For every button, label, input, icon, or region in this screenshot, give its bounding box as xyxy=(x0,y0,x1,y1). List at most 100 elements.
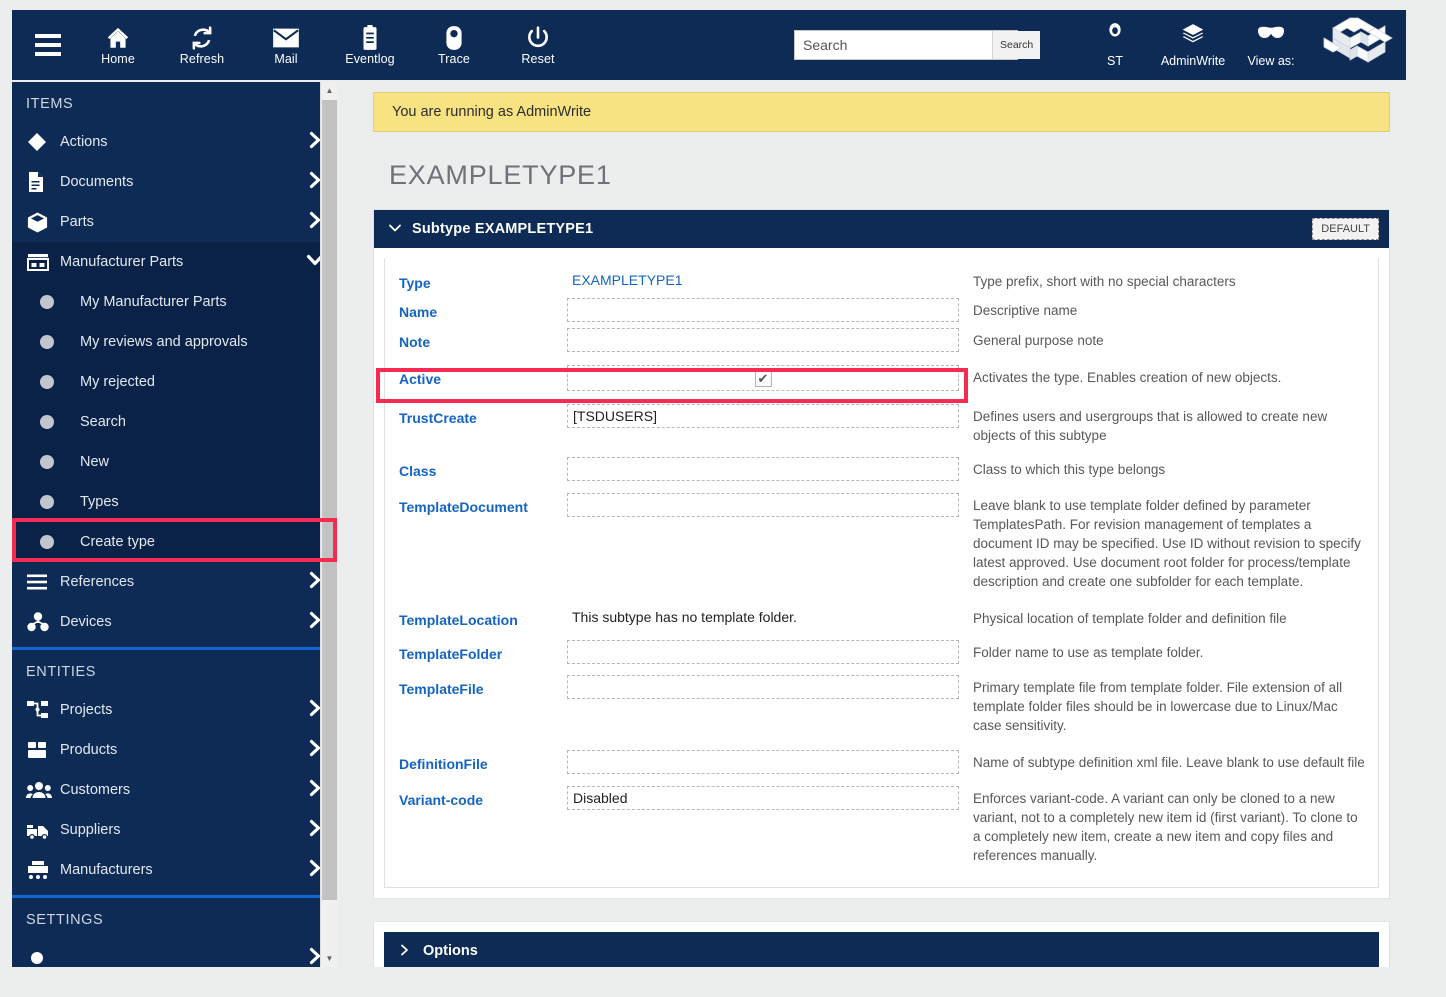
scrollbar-up-arrow-icon[interactable]: ▲ xyxy=(321,82,337,99)
subtype-card-header[interactable]: Subtype EXAMPLETYPE1 DEFAULT xyxy=(374,210,1389,248)
sidebar-item-manufacturers[interactable]: Manufacturers xyxy=(12,850,337,890)
field-description: Class to which this type belongs xyxy=(973,462,1166,477)
templatedocument-input[interactable] xyxy=(567,493,959,517)
search-submit-button[interactable]: Search xyxy=(992,31,1041,59)
chevron-down-icon[interactable] xyxy=(388,221,402,238)
home-icon xyxy=(104,25,132,51)
sidebar-subitem-search[interactable]: Search xyxy=(12,402,337,442)
nav-trace-button[interactable]: Trace xyxy=(412,10,496,80)
active-checkbox[interactable]: ✔ xyxy=(754,369,772,387)
search-input[interactable] xyxy=(795,31,992,59)
sidebar-subitem-my-rejected[interactable]: My rejected xyxy=(12,362,337,402)
field-description: Folder name to use as template folder. xyxy=(973,645,1204,660)
view-as-button[interactable]: View as: xyxy=(1232,10,1310,80)
default-button[interactable]: DEFAULT xyxy=(1312,218,1379,240)
field-value[interactable] xyxy=(567,298,967,322)
devices-icon xyxy=(26,611,60,633)
eventlog-icon xyxy=(358,24,382,51)
role-adminwrite-button[interactable]: AdminWrite xyxy=(1154,10,1232,80)
sidebar-subitem-create-type[interactable]: Create type xyxy=(12,522,337,562)
diamond-icon xyxy=(26,131,60,153)
sidebar-item-devices-label: Devices xyxy=(60,614,112,630)
field-label: Name xyxy=(399,304,438,320)
factory-icon xyxy=(26,252,60,272)
subtype-card: Subtype EXAMPLETYPE1 DEFAULT Type EXAMPL… xyxy=(373,209,1390,899)
definitionfile-input[interactable] xyxy=(567,750,959,774)
field-row-templatedocument: TemplateDocument Leave blank to use temp… xyxy=(385,484,1378,594)
sidebar-item-actions[interactable]: Actions xyxy=(12,122,337,162)
field-value[interactable]: [TSDUSERS] xyxy=(567,404,967,428)
sidebar-item-manufacturer-parts[interactable]: Manufacturer Parts xyxy=(12,242,337,282)
field-row-class: Class Class to which this type belongs xyxy=(385,448,1378,484)
nav-eventlog-button[interactable]: Eventlog xyxy=(328,10,412,80)
options-card-header[interactable]: Options xyxy=(384,932,1379,967)
sidebar-subitem-label: Search xyxy=(80,414,126,430)
global-search[interactable]: Search xyxy=(794,30,1041,60)
sidebar-item-projects-label: Projects xyxy=(60,702,113,718)
nav-mail-button[interactable]: Mail xyxy=(244,10,328,80)
note-input[interactable] xyxy=(567,328,959,352)
field-description: Defines users and usergroups that is all… xyxy=(973,409,1328,443)
user-icon xyxy=(1102,22,1128,53)
chevron-right-icon[interactable] xyxy=(398,943,411,960)
sidebar-item-settings-partial[interactable] xyxy=(12,938,337,967)
sidebar-item-customers[interactable]: Customers xyxy=(12,770,337,810)
page-title: EXAMPLETYPE1 xyxy=(389,160,612,190)
layers-icon xyxy=(1179,22,1207,53)
sidebar-item-suppliers[interactable]: Suppliers xyxy=(12,810,337,850)
class-input[interactable] xyxy=(567,457,959,481)
sidebar-item-devices[interactable]: Devices xyxy=(12,602,337,642)
sidebar-item-projects[interactable]: Projects xyxy=(12,690,337,730)
name-input[interactable] xyxy=(567,298,959,322)
nav-refresh-button[interactable]: Refresh xyxy=(160,10,244,80)
nav-reset-label: Reset xyxy=(521,51,555,66)
sidebar-scrollbar[interactable]: ▲ ▼ xyxy=(320,82,337,967)
field-value[interactable]: Disabled xyxy=(567,786,967,810)
field-label: Variant-code xyxy=(399,792,484,808)
subtype-field-list: Type EXAMPLETYPE1 Type prefix, short wit… xyxy=(384,258,1379,888)
sidebar-item-suppliers-label: Suppliers xyxy=(60,822,121,838)
active-checkbox-wrap[interactable]: ✔ xyxy=(573,369,953,387)
field-value[interactable] xyxy=(567,675,967,699)
sidebar-subitem-my-reviews-and-approvals[interactable]: My reviews and approvals xyxy=(12,322,337,362)
scrollbar-down-arrow-icon[interactable]: ▼ xyxy=(321,950,337,967)
field-description: Descriptive name xyxy=(973,303,1078,318)
user-profile-button[interactable]: ST xyxy=(1076,10,1154,80)
templatefile-input[interactable] xyxy=(567,675,959,699)
sidebar-item-documents[interactable]: Documents xyxy=(12,162,337,202)
scrollbar-thumb[interactable] xyxy=(322,100,337,900)
app-logo[interactable] xyxy=(1310,10,1406,80)
view-as-label: View as: xyxy=(1247,54,1295,68)
sidebar-item-manufacturer-parts-label: Manufacturer Parts xyxy=(60,254,184,270)
field-row-type: Type EXAMPLETYPE1 Type prefix, short wit… xyxy=(385,266,1378,295)
field-value[interactable] xyxy=(567,328,967,352)
field-row-note: Note General purpose note xyxy=(385,325,1378,355)
nav-home-button[interactable]: Home xyxy=(76,10,160,80)
templatefolder-input[interactable] xyxy=(567,640,959,664)
field-value[interactable]: ✔ xyxy=(567,365,967,391)
sidebar-subitem-new[interactable]: New xyxy=(12,442,337,482)
hamburger-menu-icon[interactable] xyxy=(20,10,76,80)
field-row-trustcreate: TrustCreate [TSDUSERS] Defines users and… xyxy=(385,401,1378,448)
sidebar-item-references[interactable]: References xyxy=(12,562,337,602)
field-value[interactable] xyxy=(567,457,967,481)
field-value[interactable] xyxy=(567,493,967,517)
products-icon xyxy=(26,740,60,760)
sidebar-item-parts[interactable]: Parts xyxy=(12,202,337,242)
sidebar-item-products[interactable]: Products xyxy=(12,730,337,770)
sidebar-subitem-my-manufacturer-parts[interactable]: My Manufacturer Parts xyxy=(12,282,337,322)
sidebar-section-entities-title: ENTITIES xyxy=(26,664,97,680)
trustcreate-input[interactable]: [TSDUSERS] xyxy=(567,404,959,428)
field-value[interactable] xyxy=(567,750,967,774)
type-link[interactable]: EXAMPLETYPE1 xyxy=(567,269,959,291)
variant-code-input[interactable]: Disabled xyxy=(567,786,959,810)
field-value[interactable]: EXAMPLETYPE1 xyxy=(567,269,967,291)
templatelocation-text: This subtype has no template folder. xyxy=(572,609,797,625)
nav-mail-label: Mail xyxy=(274,51,298,66)
nav-reset-button[interactable]: Reset xyxy=(496,10,580,80)
field-value[interactable] xyxy=(567,640,967,664)
sidebar-subitem-types[interactable]: Types xyxy=(12,482,337,522)
nav-refresh-label: Refresh xyxy=(179,51,225,66)
field-label: TemplateFile xyxy=(399,681,484,697)
active-checkbox-container[interactable]: ✔ xyxy=(567,365,959,391)
